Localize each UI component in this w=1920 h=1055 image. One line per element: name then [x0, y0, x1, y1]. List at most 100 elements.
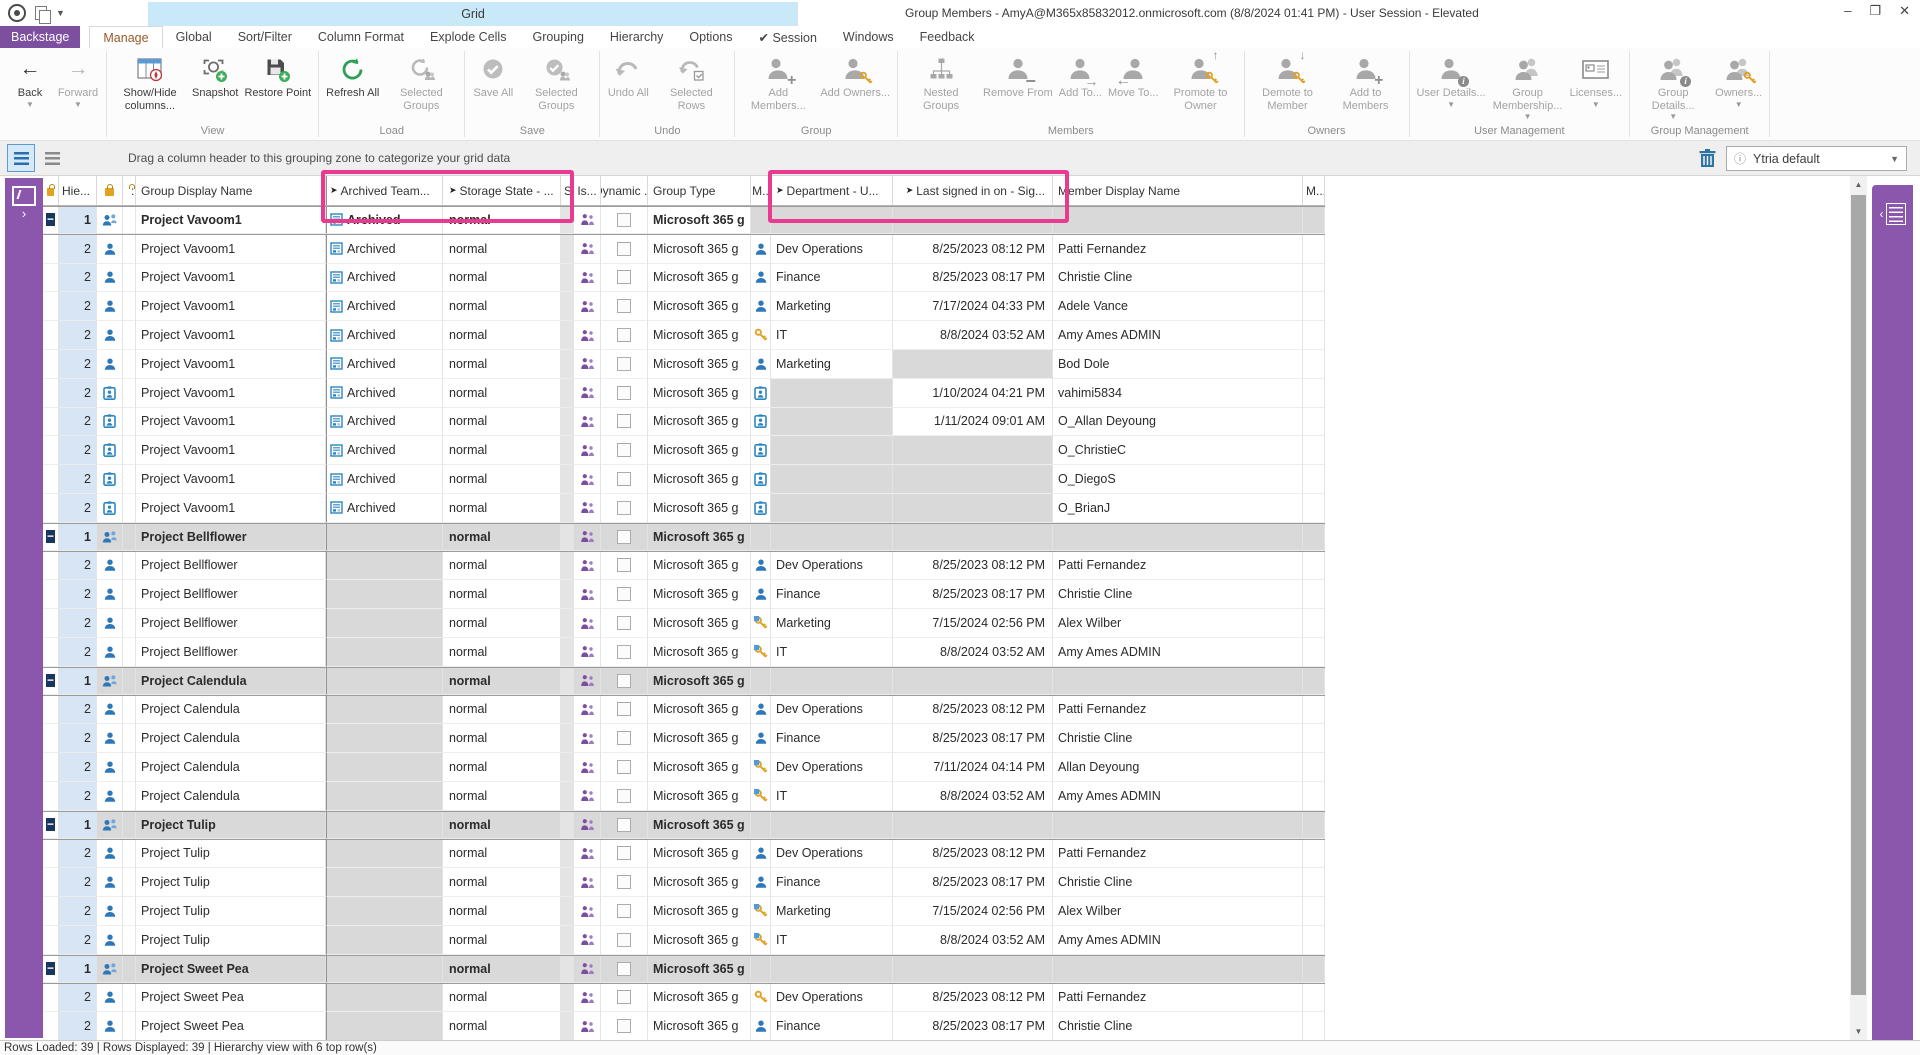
ribbon-button-undo-all[interactable]: Undo All: [604, 49, 652, 100]
grid-row-member[interactable]: 2Project BellflowernormalMicrosoft 365 g…: [43, 552, 1325, 581]
ribbon-button-add-to-members[interactable]: +Add to Members: [1327, 49, 1405, 112]
close-button[interactable]: ✕: [1899, 3, 1910, 19]
dynamic-checkbox[interactable]: [617, 731, 631, 745]
dynamic-checkbox[interactable]: [617, 213, 631, 227]
dynamic-checkbox[interactable]: [617, 587, 631, 601]
dynamic-checkbox[interactable]: [617, 674, 631, 688]
dynamic-checkbox[interactable]: [617, 789, 631, 803]
grid-row-group[interactable]: −1Project Vavoom1ArchivednormalMicrosoft…: [43, 206, 1325, 235]
grid-row-member[interactable]: 2Project TulipnormalMicrosoft 365 gMarke…: [43, 897, 1325, 926]
column-header-col2[interactable]: [97, 176, 123, 205]
tab-hierarchy[interactable]: Hierarchy: [597, 26, 677, 48]
ribbon-button-nested-groups[interactable]: Nested Groups: [902, 49, 980, 112]
tab-global[interactable]: Global: [163, 26, 225, 48]
collapse-toggle[interactable]: −: [46, 530, 55, 543]
ribbon-button-move-to[interactable]: ←Move To...: [1105, 49, 1162, 100]
grid-profile-dropdown[interactable]: ⓘ Ytria default ▼: [1726, 146, 1907, 171]
ribbon-button-snapshot[interactable]: Snapshot: [189, 49, 241, 100]
grid-row-member[interactable]: 2Project TulipnormalMicrosoft 365 gFinan…: [43, 868, 1325, 897]
grid-row-member[interactable]: 2Project TulipnormalMicrosoft 365 gIT8/8…: [43, 926, 1325, 955]
dynamic-checkbox[interactable]: [617, 818, 631, 832]
column-header-m[interactable]: M...: [1303, 176, 1325, 205]
collapse-toggle[interactable]: −: [46, 818, 55, 831]
grid-row-member[interactable]: 2Project Sweet PeanormalMicrosoft 365 gD…: [43, 984, 1325, 1013]
grid-row-member[interactable]: 2Project Vavoom1ArchivednormalMicrosoft …: [43, 465, 1325, 494]
column-header-archived-team[interactable]: ➤Archived Team...: [326, 176, 443, 205]
column-header-s[interactable]: S...: [561, 176, 574, 205]
grid-row-member[interactable]: 2Project CalendulanormalMicrosoft 365 gF…: [43, 724, 1325, 753]
grid-row-member[interactable]: 2Project Vavoom1ArchivednormalMicrosoft …: [43, 264, 1325, 293]
grid-row-member[interactable]: 2Project Vavoom1ArchivednormalMicrosoft …: [43, 436, 1325, 465]
hierarchy-view-button[interactable]: [7, 144, 35, 172]
qat-caret-icon[interactable]: ▼: [56, 8, 65, 18]
column-header-group-type[interactable]: Group Type: [648, 176, 751, 205]
dynamic-checkbox[interactable]: [617, 962, 631, 976]
dynamic-checkbox[interactable]: [617, 616, 631, 630]
vertical-scrollbar[interactable]: ▲ ▼: [1850, 176, 1867, 1040]
tab-sort-filter[interactable]: Sort/Filter: [225, 26, 305, 48]
column-header-member-display-name[interactable]: Member Display Name: [1053, 176, 1303, 205]
ribbon-button-add-to[interactable]: →Add To...: [1056, 49, 1105, 100]
ribbon-button-group-membership[interactable]: Group Membership...▼: [1489, 49, 1567, 121]
ribbon-button-user-details[interactable]: iUser Details...▼: [1414, 49, 1489, 109]
grid-row-member[interactable]: 2Project CalendulanormalMicrosoft 365 gI…: [43, 782, 1325, 811]
grid-row-group[interactable]: −1Project TulipnormalMicrosoft 365 g: [43, 811, 1325, 840]
column-header-m[interactable]: M..: [751, 176, 771, 205]
right-panel-collapsed[interactable]: ‹: [1872, 185, 1913, 1040]
ribbon-button-selected-groups[interactable]: Selected Groups: [517, 49, 595, 112]
grid-row-group[interactable]: −1Project CalendulanormalMicrosoft 365 g: [43, 667, 1325, 696]
ribbon-button-remove-from[interactable]: −Remove From: [980, 49, 1056, 100]
dynamic-checkbox[interactable]: [617, 414, 631, 428]
tab-explode-cells[interactable]: Explode Cells: [417, 26, 519, 48]
scroll-up-icon[interactable]: ▲: [1850, 176, 1867, 193]
dynamic-checkbox[interactable]: [617, 443, 631, 457]
left-panel-collapsed[interactable]: ›: [5, 178, 43, 1038]
grid-row-group[interactable]: −1Project BellflowernormalMicrosoft 365 …: [43, 523, 1325, 552]
dynamic-checkbox[interactable]: [617, 530, 631, 544]
tab-feedback[interactable]: Feedback: [907, 26, 988, 48]
ribbon-button-licenses[interactable]: Licenses...▼: [1567, 49, 1626, 109]
grid-row-member[interactable]: 2Project Vavoom1ArchivednormalMicrosoft …: [43, 321, 1325, 350]
column-header-storage-state[interactable]: ➤Storage State - ...: [443, 176, 561, 205]
ribbon-button-forward[interactable]: →Forward▼: [54, 49, 102, 109]
collapse-toggle[interactable]: −: [46, 213, 55, 226]
grid-row-member[interactable]: 2Project Vavoom1ArchivednormalMicrosoft …: [43, 494, 1325, 523]
grid-row-group[interactable]: −1Project Sweet PeanormalMicrosoft 365 g: [43, 955, 1325, 984]
tab-manage[interactable]: Manage: [89, 26, 162, 48]
dynamic-checkbox[interactable]: [617, 501, 631, 515]
ribbon-button-group-details[interactable]: iGroup Details...▼: [1634, 49, 1712, 121]
ribbon-button-show-hide-columns[interactable]: Show/Hide columns...: [111, 49, 189, 112]
dynamic-checkbox[interactable]: [617, 558, 631, 572]
dynamic-checkbox[interactable]: [617, 242, 631, 256]
ribbon-button-selected-groups[interactable]: Selected Groups: [382, 49, 460, 112]
tab-session[interactable]: ✔ Session: [746, 26, 830, 48]
dynamic-checkbox[interactable]: [617, 472, 631, 486]
dynamic-checkbox[interactable]: [617, 357, 631, 371]
column-header-is[interactable]: Is...: [574, 176, 601, 205]
ribbon-button-refresh-all[interactable]: Refresh All: [323, 49, 382, 100]
grid-row-member[interactable]: 2Project Vavoom1ArchivednormalMicrosoft …: [43, 292, 1325, 321]
ribbon-button-promote-to-owner[interactable]: ↑Promote to Owner: [1162, 49, 1240, 112]
column-header-dynamic[interactable]: Dynamic ...: [601, 176, 648, 205]
grid-row-member[interactable]: 2Project TulipnormalMicrosoft 365 gDev O…: [43, 840, 1325, 869]
tab-backstage[interactable]: Backstage: [0, 26, 80, 48]
dynamic-checkbox[interactable]: [617, 760, 631, 774]
column-header-hie[interactable]: Hie...: [59, 176, 97, 205]
collapse-toggle[interactable]: −: [46, 674, 55, 687]
collapse-toggle[interactable]: −: [46, 962, 55, 975]
dynamic-checkbox[interactable]: [617, 1019, 631, 1033]
ribbon-button-back[interactable]: ←Back▼: [6, 49, 54, 109]
grid-row-member[interactable]: 2Project CalendulanormalMicrosoft 365 gD…: [43, 696, 1325, 725]
dynamic-checkbox[interactable]: [617, 328, 631, 342]
grid-row-member[interactable]: 2Project BellflowernormalMicrosoft 365 g…: [43, 638, 1325, 667]
grid-row-member[interactable]: 2Project Vavoom1ArchivednormalMicrosoft …: [43, 350, 1325, 379]
dynamic-checkbox[interactable]: [617, 933, 631, 947]
delete-profile-button[interactable]: [1697, 148, 1718, 169]
dynamic-checkbox[interactable]: [617, 386, 631, 400]
dynamic-checkbox[interactable]: [617, 702, 631, 716]
dynamic-checkbox[interactable]: [617, 270, 631, 284]
scroll-down-icon[interactable]: ▼: [1850, 1023, 1867, 1040]
tab-options[interactable]: Options: [676, 26, 745, 48]
ribbon-button-selected-rows[interactable]: Selected Rows: [652, 49, 730, 112]
scrollbar-thumb[interactable]: [1851, 195, 1866, 995]
